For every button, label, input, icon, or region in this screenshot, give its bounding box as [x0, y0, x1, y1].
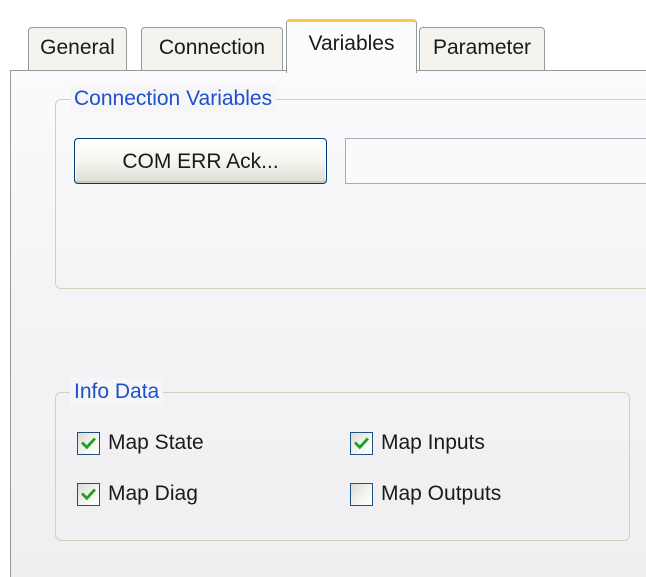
- map-outputs-checkbox[interactable]: Map Outputs: [350, 479, 501, 509]
- info-data-group: Info Data: [55, 378, 630, 541]
- map-diag-label: Map Diag: [108, 482, 198, 505]
- tab-variables[interactable]: Variables: [286, 19, 417, 73]
- tab-connection[interactable]: Connection: [141, 27, 283, 71]
- checkmark-icon: [354, 437, 369, 449]
- connection-variables-title: Connection Variables: [70, 85, 277, 113]
- map-state-label: Map State: [108, 431, 204, 454]
- tab-parameter[interactable]: Parameter: [419, 27, 545, 71]
- checkmark-icon: [81, 437, 96, 449]
- map-inputs-checkbox[interactable]: Map Inputs: [350, 428, 485, 458]
- info-data-title: Info Data: [70, 378, 164, 406]
- checkmark-icon: [81, 488, 96, 500]
- map-inputs-label: Map Inputs: [381, 431, 485, 454]
- connection-variables-group: Connection Variables: [55, 85, 646, 289]
- tab-general[interactable]: General: [28, 27, 127, 71]
- com-err-ack-button[interactable]: COM ERR Ack...: [74, 138, 327, 184]
- com-err-ack-field[interactable]: [345, 138, 646, 184]
- map-state-checkbox[interactable]: Map State: [77, 428, 204, 458]
- map-diag-box[interactable]: [77, 482, 100, 506]
- map-state-box[interactable]: [77, 431, 100, 455]
- map-outputs-label: Map Outputs: [381, 482, 502, 505]
- map-diag-checkbox[interactable]: Map Diag: [77, 479, 198, 509]
- map-inputs-box[interactable]: [350, 431, 373, 455]
- properties-dialog: General Connection Parameter Variables C…: [0, 0, 646, 577]
- map-outputs-box[interactable]: [350, 482, 373, 506]
